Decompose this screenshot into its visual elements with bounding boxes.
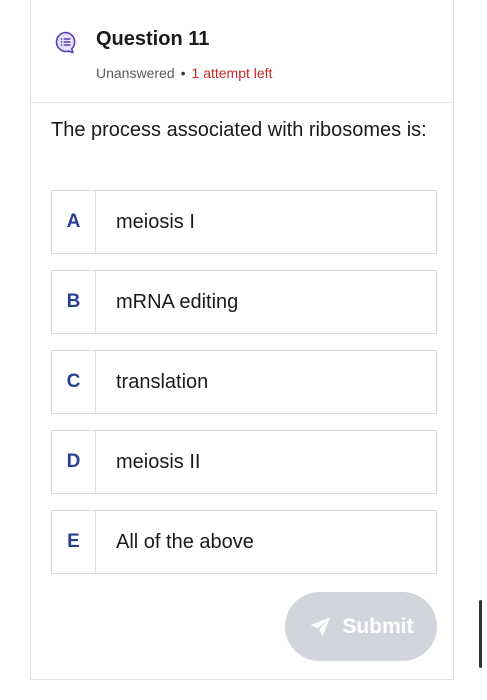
option-d[interactable]: D meiosis II: [51, 430, 437, 494]
send-icon: [310, 617, 331, 636]
question-list-icon: [55, 31, 76, 54]
option-letter: A: [52, 191, 96, 253]
option-a[interactable]: A meiosis I: [51, 190, 437, 254]
submit-button[interactable]: Submit: [285, 592, 437, 661]
option-text: All of the above: [116, 530, 254, 553]
option-letter: B: [52, 271, 96, 333]
option-b[interactable]: B mRNA editing: [51, 270, 437, 334]
attempts-left: 1 attempt left: [191, 65, 273, 81]
option-c[interactable]: C translation: [51, 350, 437, 414]
option-text: meiosis II: [116, 450, 201, 473]
question-title: Question 11: [96, 28, 210, 50]
option-text: mRNA editing: [116, 290, 239, 313]
question-card: Question 11 Unanswered • 1 attempt left Th…: [30, 0, 454, 680]
question-prompt: The process associated with ribosomes is…: [51, 119, 427, 141]
option-letter: E: [52, 511, 96, 573]
answer-options: A meiosis I B mRNA editing C translation…: [51, 190, 437, 590]
question-header: Question 11 Unanswered • 1 attempt left: [31, 0, 453, 103]
option-text: meiosis I: [116, 210, 195, 233]
question-status: Unanswered • 1 attempt left: [96, 65, 272, 81]
scrollbar[interactable]: [479, 600, 482, 668]
status-text: Unanswered: [96, 65, 175, 81]
option-e[interactable]: E All of the above: [51, 510, 437, 574]
option-text: translation: [116, 370, 209, 393]
option-letter: D: [52, 431, 96, 493]
separator-dot: •: [180, 65, 186, 81]
submit-label: Submit: [342, 614, 414, 638]
option-letter: C: [52, 351, 96, 413]
